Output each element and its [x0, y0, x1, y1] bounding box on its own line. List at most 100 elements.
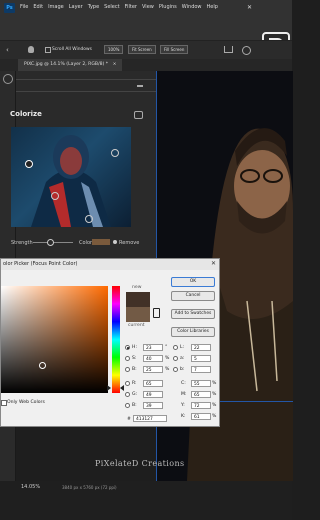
fit-screen-button[interactable]: Fit Screen	[128, 45, 156, 54]
yellow-unit: %	[212, 403, 217, 408]
remove-label[interactable]: Remove	[119, 240, 139, 246]
dialog-close-icon[interactable]: ✕	[211, 260, 216, 267]
black-field[interactable]: 61	[191, 413, 211, 420]
saturation-unit: %	[165, 356, 170, 361]
menu-layer[interactable]: Layer	[69, 4, 83, 10]
only-web-colors-label: Only Web Colors	[7, 400, 45, 405]
menu-help[interactable]: Help	[207, 4, 218, 10]
menu-file[interactable]: File	[20, 4, 28, 10]
cyan-label: C:	[181, 381, 186, 386]
add-to-swatches-button[interactable]: Add to Swatches	[171, 309, 215, 319]
green-field[interactable]: 49	[143, 391, 163, 398]
magenta-field[interactable]: 65	[191, 391, 211, 398]
black-label: K:	[181, 414, 186, 419]
menu-bar: Ps File Edit Image Layer Type Select Fil…	[0, 0, 292, 60]
brightness-field[interactable]: 25	[143, 366, 163, 373]
blue-field[interactable]: 39	[143, 402, 163, 409]
red-field[interactable]: 65	[143, 380, 163, 387]
document-tab[interactable]: PIXC.jpg @ 14.1% (Layer 2, RGB/8) * ×	[18, 59, 123, 71]
lab-l-label: L:	[180, 345, 185, 350]
focus-point-marker[interactable]	[85, 215, 93, 223]
color-field-cursor[interactable]	[39, 362, 46, 369]
panel-menu-icon[interactable]	[137, 85, 143, 87]
color-swatch[interactable]	[92, 239, 110, 245]
panel-divider	[16, 91, 156, 92]
lab-l-field[interactable]: 22	[191, 344, 211, 351]
green-radio[interactable]	[125, 392, 130, 397]
lab-a-radio[interactable]	[173, 356, 178, 361]
magenta-label: M:	[181, 392, 187, 397]
cancel-button[interactable]: Cancel	[171, 291, 215, 301]
back-arrow-icon[interactable]: ‹	[6, 46, 9, 54]
color-label: Color	[79, 240, 93, 246]
remove-icon[interactable]	[113, 240, 117, 244]
search-icon[interactable]	[242, 46, 251, 55]
share-icon[interactable]	[224, 46, 233, 53]
menu-edit[interactable]: Edit	[33, 4, 43, 10]
hex-field[interactable]: 413127	[133, 415, 167, 422]
menu-view[interactable]: View	[142, 4, 154, 10]
menu-type[interactable]: Type	[88, 4, 99, 10]
saturation-field[interactable]: 40	[143, 355, 163, 362]
out-of-gamut-icon[interactable]	[153, 308, 160, 318]
hue-slider[interactable]	[112, 286, 120, 393]
zoom-level[interactable]: 14.05%	[21, 484, 40, 490]
tab-close-icon[interactable]: ×	[113, 62, 117, 67]
color-libraries-button[interactable]: Color Libraries	[171, 327, 215, 337]
hue-field[interactable]: 23	[143, 344, 163, 351]
fill-screen-button[interactable]: Fill Screen	[160, 45, 189, 54]
brightness-radio[interactable]	[125, 367, 130, 372]
focus-point-marker[interactable]	[51, 192, 59, 200]
strength-slider-handle[interactable]	[47, 239, 54, 246]
menu-window[interactable]: Window	[182, 4, 202, 10]
menu-plugins[interactable]: Plugins	[159, 4, 177, 10]
colorize-title: Colorize	[10, 110, 42, 118]
saturation-radio[interactable]	[125, 356, 130, 361]
zoom-100-button[interactable]: 100%	[104, 45, 124, 54]
dialog-title: olor Picker (Focus Point Color)	[1, 259, 219, 270]
saturation-label: S:	[132, 356, 137, 361]
document-tab-label: PIXC.jpg @ 14.1% (Layer 2, RGB/8) *	[24, 62, 109, 67]
blue-radio[interactable]	[125, 403, 130, 408]
lab-b-radio[interactable]	[173, 367, 178, 372]
lab-b-field[interactable]: 7	[191, 366, 211, 373]
current-label: current	[128, 323, 145, 328]
focus-point-marker[interactable]	[111, 149, 119, 157]
lab-a-label: a:	[180, 356, 185, 361]
ok-button[interactable]: OK	[171, 277, 215, 287]
reset-icon[interactable]	[134, 111, 143, 119]
menu-filter[interactable]: Filter	[125, 4, 137, 10]
hue-slider-arrow[interactable]	[107, 385, 111, 391]
document-tab-bar: PIXC.jpg @ 14.1% (Layer 2, RGB/8) * ×	[0, 59, 292, 71]
hue-radio[interactable]	[125, 345, 130, 350]
new-color-swatch	[126, 292, 150, 307]
cyan-field[interactable]: 55	[191, 380, 211, 387]
color-picker-dialog: olor Picker (Focus Point Color) ✕ new cu…	[0, 258, 220, 427]
document-info: 3840 px x 5760 px (72 ppi)	[62, 485, 117, 490]
yellow-field[interactable]: 72	[191, 402, 211, 409]
hue-label: H:	[132, 345, 138, 350]
brightness-unit: %	[165, 367, 170, 372]
lab-a-field[interactable]: 5	[191, 355, 211, 362]
hue-unit: °	[165, 345, 168, 350]
magenta-unit: %	[212, 392, 217, 397]
yellow-label: Y:	[181, 403, 185, 408]
tool-icon[interactable]	[3, 74, 13, 84]
current-color-swatch[interactable]	[126, 307, 150, 322]
hand-tool-icon[interactable]	[28, 46, 34, 53]
focus-point-marker[interactable]	[25, 160, 33, 168]
colorize-preview-thumbnail[interactable]	[11, 127, 131, 227]
hue-slider-arrow[interactable]	[120, 385, 124, 391]
status-bar: 14.05% 3840 px x 5760 px (72 ppi)	[0, 481, 292, 520]
color-field[interactable]	[1, 286, 108, 393]
menu-select[interactable]: Select	[104, 4, 119, 10]
lab-l-radio[interactable]	[173, 345, 178, 350]
blue-label: B:	[132, 403, 137, 408]
scroll-all-checkbox[interactable]	[45, 47, 51, 53]
menu-image[interactable]: Image	[48, 4, 64, 10]
red-radio[interactable]	[125, 381, 130, 386]
hex-label: #	[127, 417, 131, 422]
window-close-icon[interactable]: ✕	[247, 4, 252, 11]
watermark-text: PiXelateD Creations	[95, 459, 185, 468]
new-label: new	[132, 285, 142, 290]
